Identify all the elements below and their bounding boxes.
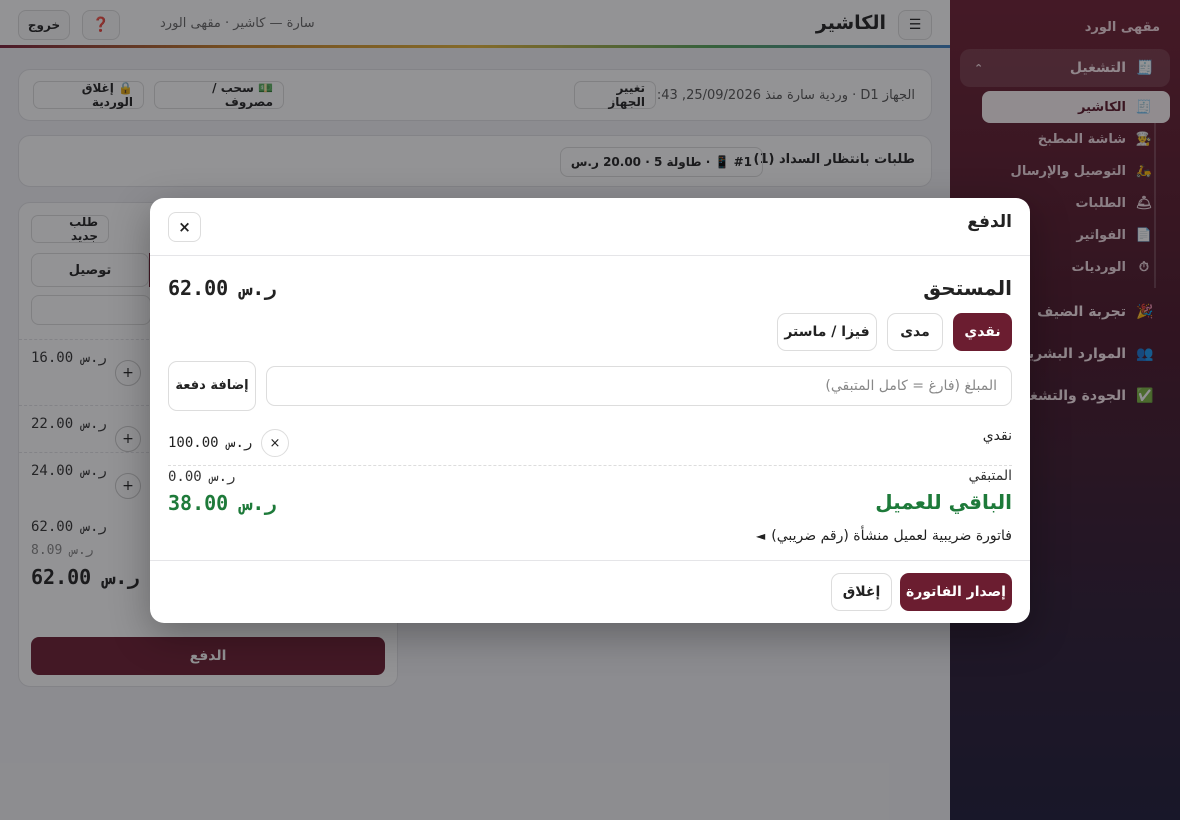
- close-button[interactable]: إغلاق: [831, 573, 892, 611]
- payment-method-cash[interactable]: نقدي: [953, 313, 1012, 351]
- modal-footer: إصدار الفاتورة إغلاق: [150, 560, 1030, 623]
- change-label: الباقي للعميل: [875, 490, 1012, 514]
- payment-row-method: نقدي: [982, 428, 1012, 444]
- close-icon[interactable]: ×: [168, 212, 201, 242]
- tax-invoice-toggle[interactable]: فاتورة ضريبية لعميل منشأة (رقم ضريبي) ◄: [756, 528, 1012, 544]
- triangle-left-icon: ◄: [756, 529, 766, 543]
- remaining-label: المتبقي: [968, 468, 1012, 484]
- payment-method-visa-master[interactable]: فيزا / ماستر: [777, 313, 877, 351]
- add-payment-button[interactable]: إضافة دفعة: [168, 361, 256, 411]
- amount-due-value: 62.00 ر.س: [168, 276, 277, 300]
- change-value: 38.00 ر.س: [168, 491, 277, 515]
- remove-payment-icon[interactable]: ×: [261, 429, 289, 457]
- tax-invoice-label: فاتورة ضريبية لعميل منشأة (رقم ضريبي): [771, 528, 1012, 544]
- payment-amount-input[interactable]: [266, 366, 1012, 406]
- payment-row: نقدي × 100.00 ر.س: [168, 420, 1012, 466]
- payment-modal: الدفع × المستحق 62.00 ر.س نقدي مدى فيزا …: [150, 198, 1030, 623]
- amount-due-label: المستحق: [923, 276, 1012, 300]
- payment-row-amount: 100.00 ر.س: [168, 435, 253, 451]
- modal-title: الدفع: [967, 212, 1012, 232]
- remaining-value: 0.00 ر.س: [168, 469, 236, 485]
- modal-header: الدفع ×: [150, 198, 1030, 256]
- issue-invoice-button[interactable]: إصدار الفاتورة: [900, 573, 1012, 611]
- payment-method-mada[interactable]: مدى: [887, 313, 943, 351]
